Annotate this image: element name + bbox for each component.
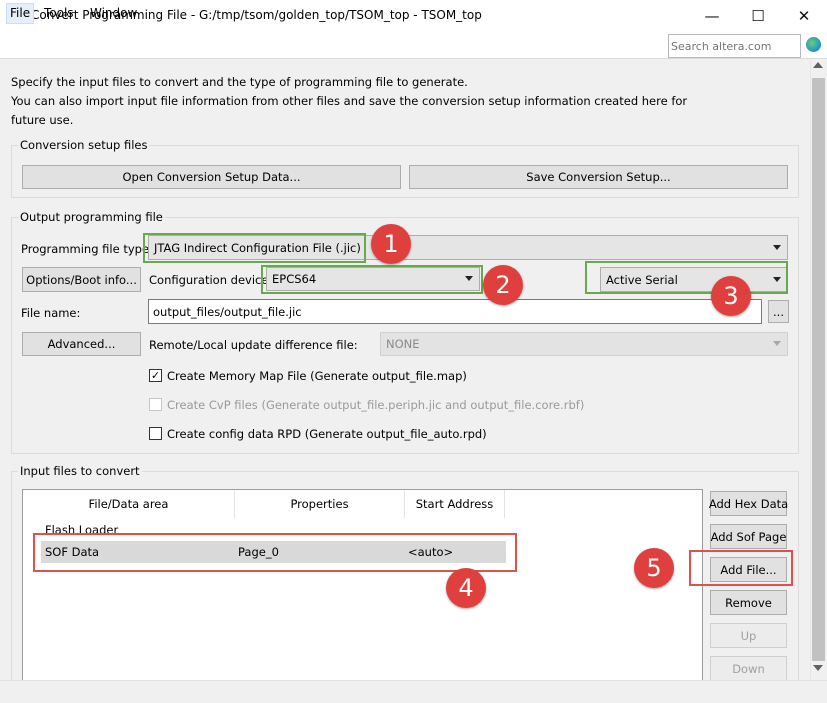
conversion-setup-title: Conversion setup files	[18, 138, 150, 152]
close-button[interactable]: ✕	[781, 0, 827, 31]
scrollbar-thumb[interactable]	[812, 78, 825, 661]
highlight-config-mode	[585, 261, 788, 294]
input-file-list[interactable]: File/Data area Properties Start Address	[22, 489, 703, 688]
memory-map-checkbox[interactable]: ✓	[149, 369, 162, 382]
search-box[interactable]	[668, 34, 801, 58]
add-sof-page-button[interactable]: Add Sof Page	[710, 524, 787, 549]
add-hex-data-button[interactable]: Add Hex Data	[709, 491, 788, 516]
minimize-button[interactable]: —	[689, 0, 735, 31]
menu-window[interactable]: Window	[87, 6, 140, 20]
menu-tools[interactable]: Tools	[41, 6, 77, 20]
cvp-label: Create CvP files (Generate output_file.p…	[167, 398, 585, 412]
remote-update-label: Remote/Local update difference file:	[149, 338, 358, 352]
column-properties[interactable]: Properties	[235, 490, 405, 518]
file-name-input[interactable]: output_files/output_file.jic	[148, 299, 762, 324]
cvp-checkbox[interactable]	[149, 398, 162, 411]
advanced-button[interactable]: Advanced...	[22, 332, 141, 356]
rpd-checkbox[interactable]	[149, 427, 162, 440]
maximize-button[interactable]: ☐	[735, 0, 781, 31]
intro-line-1: Specify the input files to convert and t…	[11, 75, 468, 89]
status-strip	[0, 680, 827, 703]
scroll-down-icon[interactable]	[813, 665, 823, 671]
annotation-marker-2: 2	[483, 265, 523, 305]
browse-file-button[interactable]: ...	[768, 300, 789, 323]
down-button[interactable]: Down	[710, 656, 787, 681]
remote-update-combo[interactable]: NONE	[380, 332, 788, 356]
file-name-label: File name:	[21, 306, 81, 320]
save-conversion-setup-button[interactable]: Save Conversion Setup...	[409, 165, 788, 189]
options-boot-info-button[interactable]: Options/Boot info...	[22, 267, 141, 292]
search-input[interactable]	[671, 36, 799, 56]
highlight-sof-row	[33, 533, 517, 572]
config-device-label: Configuration device:	[149, 273, 273, 287]
chevron-down-icon	[773, 341, 781, 346]
remote-update-value: NONE	[386, 337, 420, 351]
annotation-marker-4: 4	[446, 568, 486, 608]
highlight-config-device	[261, 265, 483, 294]
highlight-add-file	[689, 550, 793, 586]
file-type-label: Programming file type:	[21, 242, 153, 256]
rpd-label: Create config data RPD (Generate output_…	[167, 427, 487, 441]
column-start-address[interactable]: Start Address	[405, 490, 505, 518]
menu-file[interactable]: File	[6, 3, 35, 24]
check-icon: ✓	[150, 369, 161, 382]
intro-line-3: future use.	[11, 113, 74, 127]
annotation-marker-3: 3	[711, 276, 751, 316]
highlight-file-type	[143, 233, 366, 263]
open-conversion-setup-button[interactable]: Open Conversion Setup Data...	[22, 165, 401, 189]
output-programming-title: Output programming file	[18, 210, 165, 224]
annotation-marker-5: 5	[634, 548, 674, 588]
intro-line-2: You can also import input file informati…	[11, 94, 688, 108]
memory-map-label: Create Memory Map File (Generate output_…	[167, 369, 467, 383]
column-file-data-area[interactable]: File/Data area	[23, 490, 235, 518]
chevron-down-icon	[773, 244, 781, 250]
scroll-up-icon[interactable]	[813, 62, 823, 68]
up-button[interactable]: Up	[710, 623, 787, 648]
annotation-marker-1: 1	[371, 224, 411, 264]
remove-button[interactable]: Remove	[710, 590, 787, 615]
input-files-title: Input files to convert	[18, 464, 142, 478]
globe-icon[interactable]	[806, 37, 821, 52]
